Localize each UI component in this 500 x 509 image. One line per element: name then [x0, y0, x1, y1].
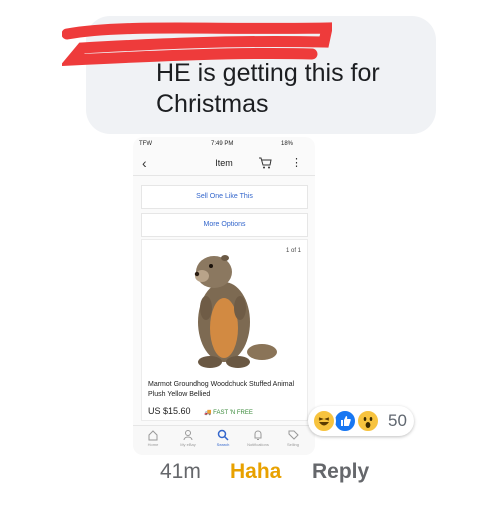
tab-search[interactable]: Search: [207, 428, 239, 447]
comment-line-1: HE is getting this for: [156, 59, 380, 87]
haha-reaction-icon: [312, 409, 336, 433]
attached-screenshot[interactable]: TFW 7:49 PM 18% ‹ Item ⋮ Sell One Like T…: [133, 137, 315, 455]
comment-text: HE is getting this for Christmas: [156, 58, 426, 120]
tab-bar: Home My eBay Search Notifications Sellin…: [133, 425, 315, 455]
image-counter: 1 of 1: [285, 248, 301, 254]
wow-reaction-icon: [356, 409, 380, 433]
item-title: Marmot Groundhog Woodchuck Stuffed Anima…: [148, 381, 295, 398]
truck-icon: 🚚: [204, 410, 212, 416]
user-icon: [172, 428, 204, 442]
item-card: 1 of 1 Marmot Groundhog Woodchuck Stuffe…: [141, 239, 308, 421]
tab-label-notifications: Notifications: [247, 442, 269, 447]
haha-reaction-button[interactable]: Haha: [230, 460, 281, 484]
bell-icon: [242, 428, 274, 442]
comment-line-2: Christmas: [156, 90, 269, 118]
comment-timestamp[interactable]: 41m: [160, 460, 201, 484]
like-reaction-icon: [333, 409, 357, 433]
shipping-badge: 🚚 FAST 'N FREE: [204, 409, 253, 416]
tab-label-selling: Selling: [286, 442, 299, 447]
sell-one-like-this-button[interactable]: Sell One Like This: [141, 185, 308, 209]
status-bar: TFW 7:49 PM 18%: [133, 137, 315, 153]
item-price: US $15.60: [148, 406, 191, 416]
tab-label-my-ebay: My eBay: [180, 442, 196, 447]
cart-icon[interactable]: [258, 156, 272, 174]
tab-my-ebay[interactable]: My eBay: [172, 428, 204, 447]
clock-label: 7:49 PM: [211, 141, 234, 147]
product-image-marmot-plush[interactable]: [178, 246, 278, 370]
tab-selling[interactable]: Selling: [277, 428, 309, 447]
tab-home[interactable]: Home: [137, 428, 169, 447]
nav-bar: ‹ Item ⋮: [133, 153, 315, 176]
search-icon: [207, 428, 239, 442]
battery-label: 18%: [281, 141, 294, 147]
tag-icon: [277, 428, 309, 442]
nav-title: Item: [215, 158, 233, 168]
more-options-button[interactable]: More Options: [141, 213, 308, 237]
tab-notifications[interactable]: Notifications: [242, 428, 274, 447]
shipping-label: FAST 'N FREE: [213, 410, 253, 416]
tab-label-home: Home: [147, 442, 159, 447]
home-icon: [137, 428, 169, 442]
reactions-summary[interactable]: 50: [308, 406, 414, 436]
carrier-label: TFW: [139, 141, 152, 147]
reply-button[interactable]: Reply: [312, 460, 369, 484]
reaction-count: 50: [388, 411, 407, 430]
tab-label-search: Search: [216, 442, 230, 447]
more-vertical-icon[interactable]: ⋮: [291, 156, 302, 169]
